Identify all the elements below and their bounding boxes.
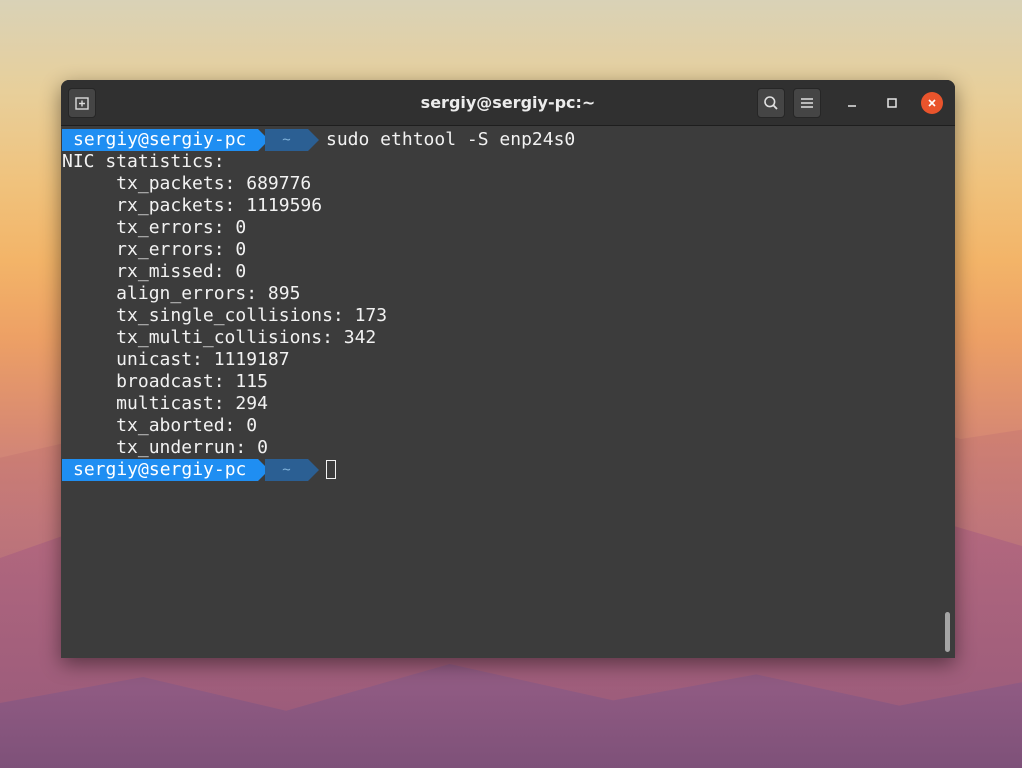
output-line: broadcast: 115 xyxy=(62,371,268,392)
entered-command: sudo ethtool -S enp24s0 xyxy=(326,129,576,150)
terminal-window: sergiy@sergiy-pc:~ sergiy@sergiy-pc ~ su… xyxy=(61,80,955,658)
text-cursor xyxy=(326,460,336,479)
scrollbar[interactable] xyxy=(945,612,950,652)
prompt-directory: ~ xyxy=(265,129,308,151)
prompt-user-host: sergiy@sergiy-pc xyxy=(62,459,258,481)
prompt-separator-arrow xyxy=(308,129,319,151)
output-line: unicast: 1119187 xyxy=(62,349,290,370)
output-line: tx_single_collisions: 173 xyxy=(62,305,388,326)
minimize-button[interactable] xyxy=(841,92,863,114)
output-line: rx_packets: 1119596 xyxy=(62,195,323,216)
search-button[interactable] xyxy=(757,88,785,118)
maximize-button[interactable] xyxy=(881,92,903,114)
prompt-user-host: sergiy@sergiy-pc xyxy=(62,129,258,151)
search-icon xyxy=(764,96,778,110)
output-line: tx_underrun: 0 xyxy=(62,437,268,458)
output-line: multicast: 294 xyxy=(62,393,268,414)
output-line: tx_errors: 0 xyxy=(62,217,247,238)
close-button[interactable] xyxy=(921,92,943,114)
minimize-icon xyxy=(848,105,856,107)
menu-button[interactable] xyxy=(793,88,821,118)
output-line: rx_missed: 0 xyxy=(62,261,247,282)
output-line: tx_packets: 689776 xyxy=(62,173,312,194)
title-bar[interactable]: sergiy@sergiy-pc:~ xyxy=(61,80,955,126)
output-line: rx_errors: 0 xyxy=(62,239,247,260)
terminal-output-area[interactable]: sergiy@sergiy-pc ~ sudo ethtool -S enp24… xyxy=(61,126,955,658)
prompt-separator-arrow xyxy=(308,459,319,481)
output-header: NIC statistics: xyxy=(62,151,225,172)
close-icon xyxy=(928,99,936,107)
hamburger-menu-icon xyxy=(801,98,813,108)
output-line: tx_multi_collisions: 342 xyxy=(62,327,377,348)
maximize-icon xyxy=(887,98,897,108)
output-line: align_errors: 895 xyxy=(62,283,301,304)
prompt-directory: ~ xyxy=(265,459,308,481)
output-line: tx_aborted: 0 xyxy=(62,415,258,436)
